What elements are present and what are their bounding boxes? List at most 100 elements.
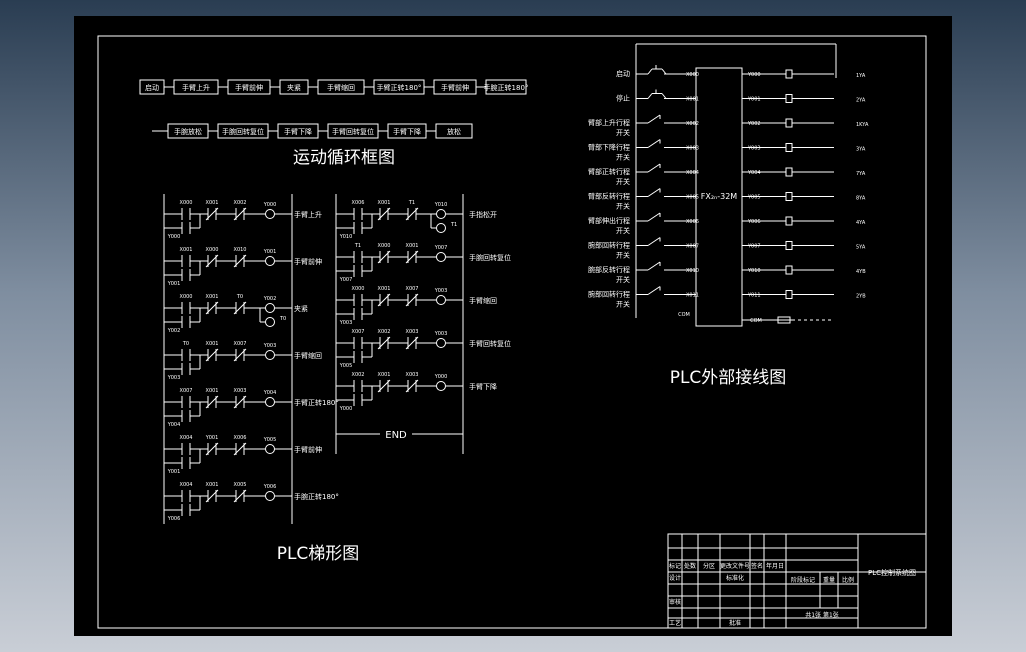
input-label: 开关 [616, 128, 630, 137]
plc-input: X007 腕部回转行程开关 [588, 237, 699, 260]
coil-label: Y003 [434, 331, 448, 337]
tb-weight: 重量 [823, 576, 835, 584]
flow-box-label: 启动 [145, 83, 159, 92]
input-addr: X007 [686, 244, 699, 250]
input-label: 启动 [616, 69, 630, 78]
drawing-sheet: 启动 手臂上升 手臂前伸 夹紧 手臂缩回 手臂正转180° 手臂前伸 手腕正转180° 手腕放松… [74, 16, 952, 636]
input-label: 开关 [616, 300, 630, 309]
tb-scale: 比例 [842, 576, 854, 584]
contact-label: X007 [234, 341, 247, 347]
plc-output: Y007 5YA [742, 241, 866, 251]
output-addr: Y004 [747, 170, 761, 176]
hold-label: Y001 [167, 281, 181, 287]
plc-input: X000 启动 [616, 65, 699, 78]
ladder-rung: X007 X001 X003 Y004 Y004 手臂正转180° [164, 388, 339, 428]
contact-label: X005 [234, 482, 247, 488]
input-addr: X000 [686, 72, 699, 78]
input-addr: X002 [686, 121, 699, 127]
flow-box-label: 放松 [447, 127, 461, 136]
input-label: 开关 [616, 153, 630, 162]
ladder-rung: X007 X002 X003 Y003 Y005 手臂回转复位 [336, 329, 511, 369]
plc-output: Y001 2YA [742, 94, 866, 104]
contact-label: X004 [180, 435, 193, 441]
rung-output-label: 手臂前伸 [294, 257, 322, 266]
rung-output-label: 手臂前伸 [294, 445, 322, 454]
tb-std: 标准化 [726, 574, 744, 582]
hold-label: Y003 [339, 320, 353, 326]
output-tag: 5YA [856, 245, 866, 251]
flow-box-label: 手臂前伸 [235, 83, 263, 92]
contact-label: X002 [234, 200, 247, 206]
coil-label: Y001 [263, 249, 277, 255]
input-label: 开关 [616, 251, 630, 260]
contact-label: X003 [406, 372, 419, 378]
hold-label: Y000 [339, 406, 353, 412]
plc-wiring-diagram: FX₂ₙ-32M COM COM X000 启动 X001 停止 X002 臂部上升行程开… [588, 43, 869, 327]
tb-doc: 更改文件号 [720, 562, 750, 570]
input-label: 开关 [616, 202, 630, 211]
coil-label: Y000 [434, 374, 448, 380]
plc-ladder-diagram: X000 X001 X002 Y000 Y000 手臂上升 X001 X000 X010 Y001… [163, 194, 511, 524]
ladder-rung: X004 Y001 X006 Y005 Y001 手臂前伸 [164, 435, 322, 475]
input-label: 腕部回转行程 [588, 241, 630, 250]
input-addr: X004 [686, 170, 699, 176]
ladder-rung: X004 X001 X005 Y006 Y006 手腕正转180° [164, 482, 339, 522]
contact-label: X003 [234, 388, 247, 394]
flow-box-label: 手腕回转复位 [222, 127, 264, 136]
flow-box-label: 手臂下降 [393, 127, 421, 136]
coil-label: Y000 [263, 202, 277, 208]
contact-label: X007 [406, 286, 419, 292]
coil-label: Y004 [263, 390, 277, 396]
input-addr: X003 [686, 146, 699, 152]
contact-label: T0 [182, 341, 189, 347]
plc-com-out: COM [750, 318, 762, 324]
contact-label: X000 [180, 200, 193, 206]
coil-label: Y006 [263, 484, 277, 490]
input-label: 腕部回转行程 [588, 290, 630, 299]
ladder-rung: X001 X000 X010 Y001 Y001 手臂前伸 [164, 247, 322, 287]
tb-design: 设计 [669, 574, 681, 582]
plc-input: X011 腕部回转行程开关 [588, 286, 699, 309]
contact-label: T1 [354, 243, 361, 249]
ladder-rung: T0 X001 X007 Y003 Y003 手臂缩回 [164, 341, 322, 381]
input-addr: X001 [686, 97, 699, 103]
output-tag: 1YA [856, 73, 866, 79]
output-addr: Y005 [747, 195, 761, 201]
plc-output: Y004 7YA [742, 167, 866, 177]
tb-process: 工艺 [669, 619, 681, 627]
contact-label: X006 [352, 200, 365, 206]
coil-label: Y007 [434, 245, 448, 251]
output-tag: 4YA [856, 220, 866, 226]
contact-label: X001 [206, 388, 219, 394]
tb-drawing-name: PLC控制系统图 [868, 568, 916, 577]
plc-com-in: COM [678, 312, 690, 318]
flow-box-label: 手臂上升 [182, 83, 210, 92]
plc-output: Y006 4YA [742, 216, 866, 226]
contact-label: X001 [206, 482, 219, 488]
plc-input: X001 停止 [616, 89, 699, 103]
input-addr: X010 [686, 268, 699, 274]
contact-label: X001 [206, 294, 219, 300]
plc-output: Y010 4YB [742, 265, 866, 275]
tb-sheets: 共1张 第1张 [805, 611, 839, 619]
plc-output: Y000 1YA [742, 69, 866, 79]
rung-output-label: 手臂下降 [469, 382, 497, 391]
motion-cycle-flowchart: 启动 手臂上升 手臂前伸 夹紧 手臂缩回 手臂正转180° 手臂前伸 手腕正转180° 手腕放松… [139, 79, 528, 139]
output-tag: 2YA [856, 98, 866, 104]
timer-label: T1 [450, 222, 457, 228]
output-addr: Y007 [747, 244, 761, 250]
contact-label: X006 [234, 435, 247, 441]
rung-output-label: 手臂上升 [294, 210, 322, 219]
output-tag: 4YB [856, 269, 866, 275]
plc-output: Y003 3YA [742, 143, 866, 153]
contact-label: X004 [180, 482, 193, 488]
hold-label: Y001 [167, 469, 181, 475]
coil-label: Y010 [434, 202, 448, 208]
rung-output-label: 手腕正转180° [294, 492, 339, 501]
tb-sign: 签名 [751, 562, 763, 570]
tb-zone: 分区 [703, 562, 715, 570]
contact-label: X010 [234, 247, 247, 253]
contact-label: X003 [406, 329, 419, 335]
input-label: 臂部反转行程 [588, 192, 630, 201]
contact-label: X000 [206, 247, 219, 253]
